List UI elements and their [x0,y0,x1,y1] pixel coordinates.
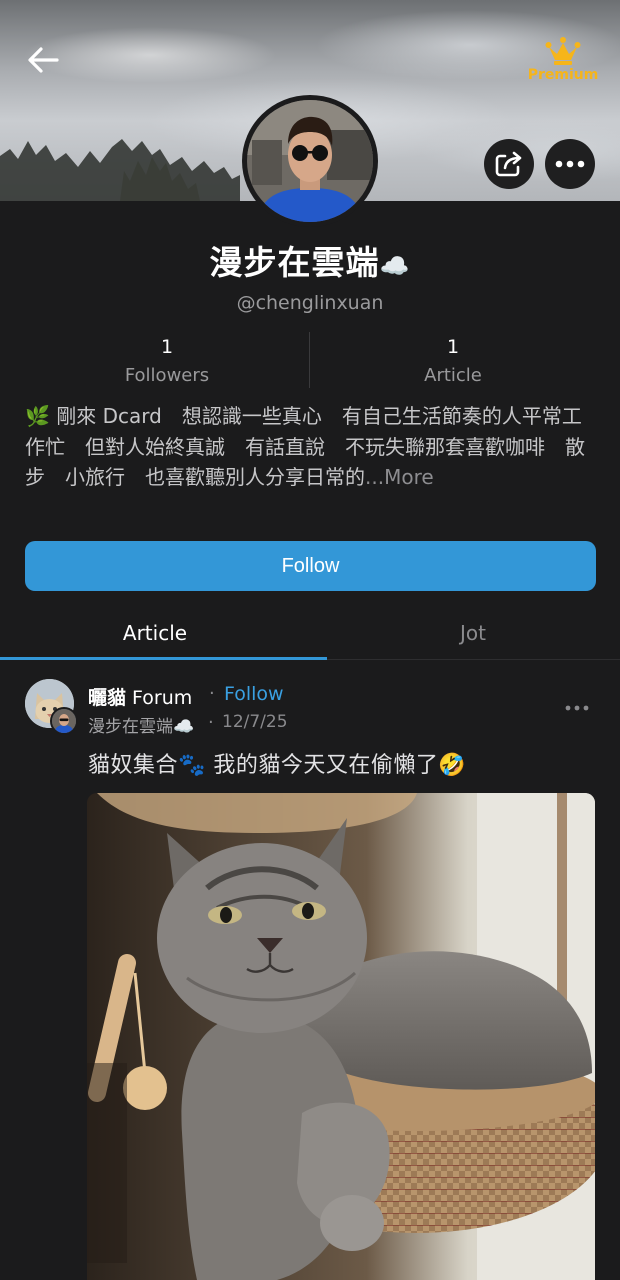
separator-dot-date: · [208,712,214,733]
author-mini-avatar[interactable] [50,707,78,735]
post-date: 12/7/25 [222,712,288,732]
profile-bio: 🌿 剛來 Dcard 想認識一些真心 有自己生活節奏的人平常工作忙 但對人始終真… [25,401,600,493]
more-horizontal-icon [565,705,589,711]
profile-avatar[interactable] [242,95,378,227]
leaf-emoji: 🌿 [25,404,50,428]
avatar-photo [247,100,373,222]
post-author[interactable]: 漫步在雲端☁️ [88,712,194,737]
arrow-left-icon [28,47,59,73]
stats-divider [309,332,310,388]
articles-stat[interactable]: 1 Article [313,332,593,390]
post-title[interactable]: 貓奴集合🐾 我的貓今天又在偷懶了🤣 [88,747,466,779]
profile-handle: @chenglinxuan [236,292,384,314]
premium-badge[interactable]: Premium [528,36,598,86]
back-button[interactable] [22,40,64,80]
bio-more-link[interactable]: ...More [365,465,434,489]
post-more-button[interactable] [560,694,594,722]
premium-label: Premium [527,67,599,83]
separator-dot: · [209,683,215,704]
share-button[interactable] [484,139,534,189]
followers-stat[interactable]: 1 Followers [27,332,307,390]
forum-name-suffix: Forum [126,687,193,709]
display-name-text: 漫步在雲端 [209,243,380,282]
articles-label: Article [424,365,482,386]
more-options-button[interactable] [545,139,595,189]
cat-photo [87,793,595,1280]
follow-button[interactable]: Follow [25,541,596,591]
profile-display-name: 漫步在雲端☁️ [0,236,620,284]
profile-tabs: Article Jot [0,606,620,660]
forum-name-bold: 曬貓 [88,687,127,709]
active-tab-indicator [0,657,327,660]
articles-count: 1 [446,336,460,358]
profile-page: Premium 漫步在雲端☁️ @chenglinxuan 1 Follower… [0,0,620,1280]
cloud-emoji: ☁️ [379,252,411,280]
tab-article[interactable]: Article [0,606,310,660]
forum-name[interactable]: 曬貓 Forum [88,683,192,710]
post-image[interactable] [87,793,595,1280]
more-horizontal-icon [555,160,585,168]
forum-follow-link[interactable]: Follow [224,683,284,705]
crown-icon [545,37,581,65]
profile-stats: 1 Followers 1 Article [0,332,620,390]
followers-label: Followers [124,365,210,386]
bio-text: 剛來 Dcard 想認識一些真心 有自己生活節奏的人平常工作忙 但對人始終真誠 … [25,404,585,489]
followers-count: 1 [160,336,174,358]
share-icon [495,151,522,177]
tab-jot[interactable]: Jot [318,606,620,660]
